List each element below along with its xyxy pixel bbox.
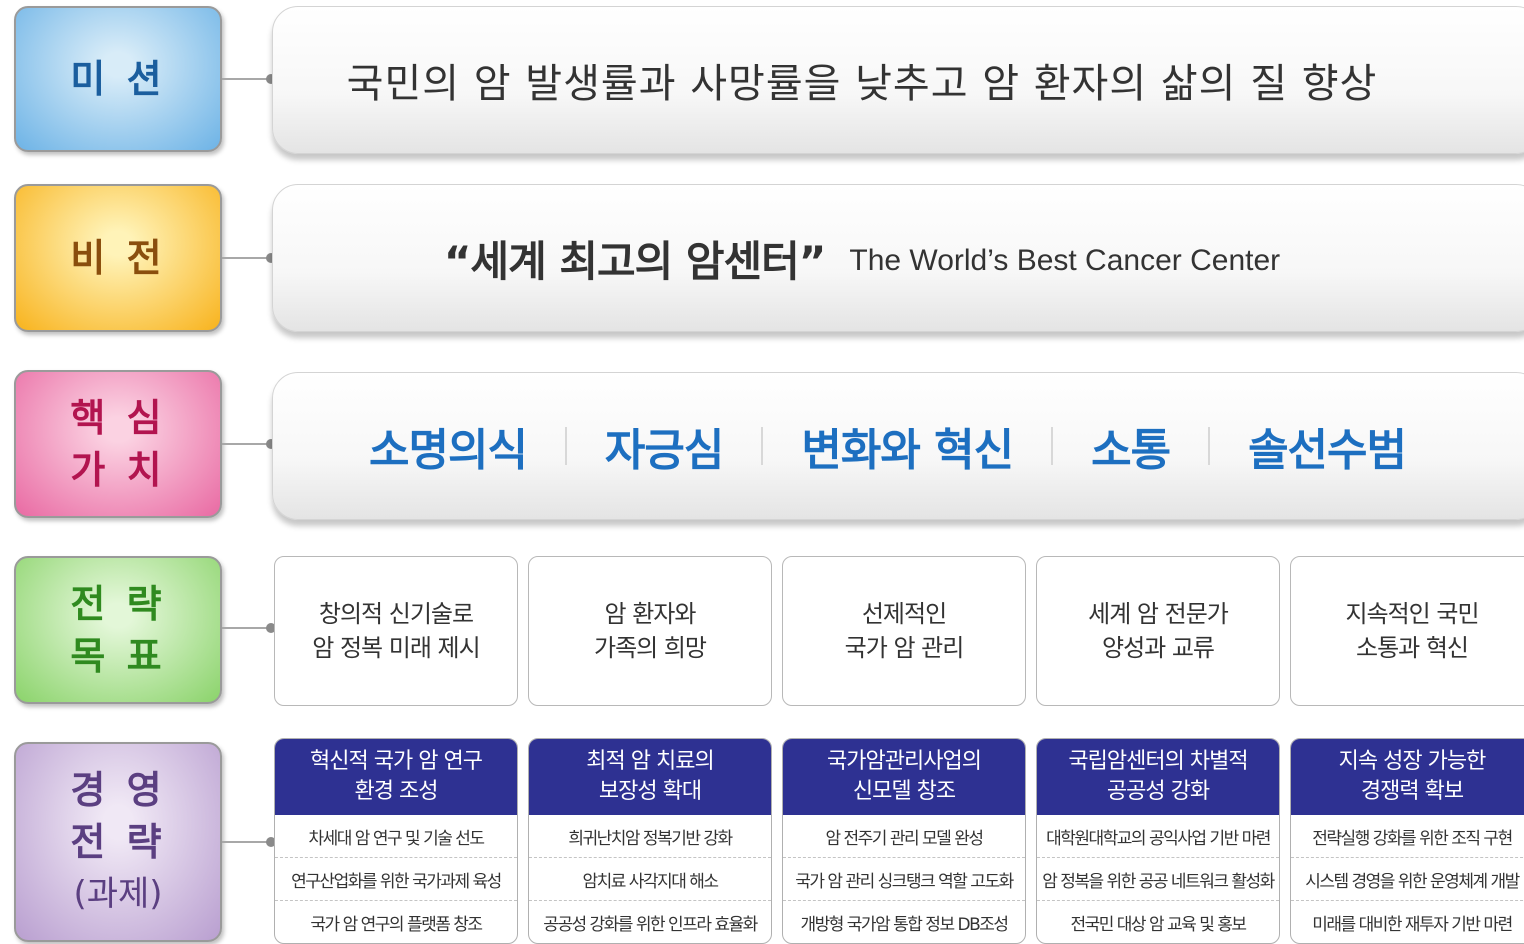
- strategy-header-line: 국가암관리사업의: [827, 749, 982, 774]
- vision-text-korean: “세계 최고의 암센터”: [443, 236, 827, 286]
- mission-label-text: 미 션: [70, 57, 166, 101]
- core-value-item: 자긍심: [604, 425, 724, 476]
- strategy-header-line: 경쟁력 확보: [1360, 779, 1464, 804]
- strategic-goal-line: 양성과 교류: [1101, 634, 1215, 662]
- strategy-task: 암치료 사각지대 해소: [529, 858, 771, 901]
- strategic-goal-line: 암 정복 미래 제시: [312, 634, 480, 662]
- strategy-task: 암 정복을 위한 공공 네트워크 활성화: [1037, 858, 1279, 901]
- strategy-header-line: 국립암센터의 차별적: [1068, 749, 1248, 774]
- management-strategy-column: 최적 암 치료의 보장성 확대 희귀난치암 정복기반 강화 암치료 사각지대 해…: [528, 738, 772, 944]
- strategic-goals-label: 전 략 목 표: [14, 556, 222, 704]
- mission-text: 국민의 암 발생률과 사망률을 낮추고 암 환자의 삶의 질 향상: [346, 61, 1378, 107]
- strategic-goal-box: 지속적인 국민 소통과 혁신: [1290, 556, 1524, 706]
- strategy-task: 차세대 암 연구 및 기술 선도: [275, 815, 517, 858]
- strategic-goal-box: 세계 암 전문가 양성과 교류: [1036, 556, 1280, 706]
- strategic-goal-line: 암 환자와: [604, 600, 697, 628]
- strategy-task: 연구산업화를 위한 국가과제 육성: [275, 858, 517, 901]
- core-value-item: 소통: [1091, 425, 1171, 476]
- strategy-header-line: 환경 조성: [354, 779, 439, 804]
- strategy-task: 전략실행 강화를 위한 조직 구현: [1291, 815, 1524, 858]
- core-value-item: 변화와 혁신: [801, 425, 1014, 476]
- management-strategy-label-line1: 경 영: [70, 768, 166, 812]
- vision-label: 비 전: [14, 184, 222, 332]
- strategy-task: 공공성 강화를 위한 인프라 효율화: [543, 915, 758, 935]
- core-values-label-line2: 가 치: [70, 448, 166, 492]
- core-values-label: 핵 심 가 치: [14, 370, 222, 518]
- strategy-header-line: 보장성 확대: [598, 779, 702, 804]
- strategy-header: 혁신적 국가 암 연구 환경 조성: [275, 739, 517, 815]
- strategic-goals-label-line2: 목 표: [70, 634, 166, 678]
- vision-label-text: 비 전: [70, 236, 166, 280]
- strategy-header: 지속 성장 가능한 경쟁력 확보: [1291, 739, 1524, 815]
- management-strategy-column: 국립암센터의 차별적 공공성 강화 대학원대학교의 공익사업 기반 마련 암 정…: [1036, 738, 1280, 944]
- management-strategy-column: 혁신적 국가 암 연구 환경 조성 차세대 암 연구 및 기술 선도 연구산업화…: [274, 738, 518, 944]
- strategy-task: 개방형 국가암 통합 정보 DB조성: [800, 915, 1009, 935]
- strategy-header: 국립암센터의 차별적 공공성 강화: [1037, 739, 1279, 815]
- vision-panel: “세계 최고의 암센터” The World’s Best Cancer Cen…: [272, 184, 1524, 332]
- strategy-task: 국가 암 연구의 플랫폼 창조: [310, 915, 483, 935]
- strategic-goal-line: 소통과 혁신: [1355, 634, 1469, 662]
- strategic-goals-label-line1: 전 략: [70, 582, 166, 626]
- management-strategy-label: 경 영 전 략 (과제): [14, 742, 222, 942]
- strategic-goal-line: 가족의 희망: [593, 634, 707, 662]
- strategic-goal-box: 창의적 신기술로 암 정복 미래 제시: [274, 556, 518, 706]
- core-value-separator: [1208, 427, 1211, 465]
- core-value-separator: [1051, 427, 1054, 465]
- strategy-header: 국가암관리사업의 신모델 창조: [783, 739, 1025, 815]
- core-values-panel: 소명의식 자긍심 변화와 혁신 소통 솔선수범: [272, 372, 1524, 520]
- strategic-goal-line: 선제적인: [861, 600, 947, 628]
- strategy-header-line: 신모델 창조: [852, 779, 956, 804]
- strategy-header: 최적 암 치료의 보장성 확대: [529, 739, 771, 815]
- vision-text-english: The World’s Best Cancer Center: [849, 244, 1281, 277]
- core-value-separator: [761, 427, 764, 465]
- strategy-task: 미래를 대비한 재투자 기반 마련: [1312, 915, 1513, 935]
- strategic-goal-line: 지속적인 국민: [1345, 600, 1479, 628]
- management-strategy-label-line3: (과제): [73, 874, 163, 914]
- strategy-header-line: 최적 암 치료의: [586, 749, 714, 774]
- strategy-task: 국가 암 관리 싱크탱크 역할 고도화: [783, 858, 1025, 901]
- core-value-item: 소명의식: [369, 425, 528, 476]
- strategy-task: 암 전주기 관리 모델 완성: [783, 815, 1025, 858]
- strategic-goal-box: 선제적인 국가 암 관리: [782, 556, 1026, 706]
- strategic-goal-line: 창의적 신기술로: [318, 600, 474, 628]
- strategic-goal-line: 세계 암 전문가: [1088, 600, 1229, 628]
- strategic-goal-line: 국가 암 관리: [844, 634, 965, 662]
- strategy-task: 시스템 경영을 위한 운영체계 개발: [1291, 858, 1524, 901]
- mission-panel: 국민의 암 발생률과 사망률을 낮추고 암 환자의 삶의 질 향상: [272, 6, 1524, 154]
- strategy-header-line: 공공성 강화: [1106, 779, 1210, 804]
- core-value-separator: [564, 427, 567, 465]
- strategy-header-line: 혁신적 국가 암 연구: [310, 749, 483, 774]
- management-strategy-column: 국가암관리사업의 신모델 창조 암 전주기 관리 모델 완성 국가 암 관리 싱…: [782, 738, 1026, 944]
- core-value-item: 솔선수범: [1248, 425, 1407, 476]
- strategy-task: 희귀난치암 정복기반 강화: [529, 815, 771, 858]
- core-values-label-line1: 핵 심: [70, 396, 166, 440]
- strategy-task: 대학원대학교의 공익사업 기반 마련: [1037, 815, 1279, 858]
- strategic-goal-box: 암 환자와 가족의 희망: [528, 556, 772, 706]
- management-strategy-column: 지속 성장 가능한 경쟁력 확보 전략실행 강화를 위한 조직 구현 시스템 경…: [1290, 738, 1524, 944]
- management-strategy-label-line2: 전 략: [70, 820, 166, 864]
- strategy-header-line: 지속 성장 가능한: [1338, 749, 1487, 774]
- mission-label: 미 션: [14, 6, 222, 152]
- strategy-task: 전국민 대상 암 교육 및 홍보: [1070, 915, 1247, 935]
